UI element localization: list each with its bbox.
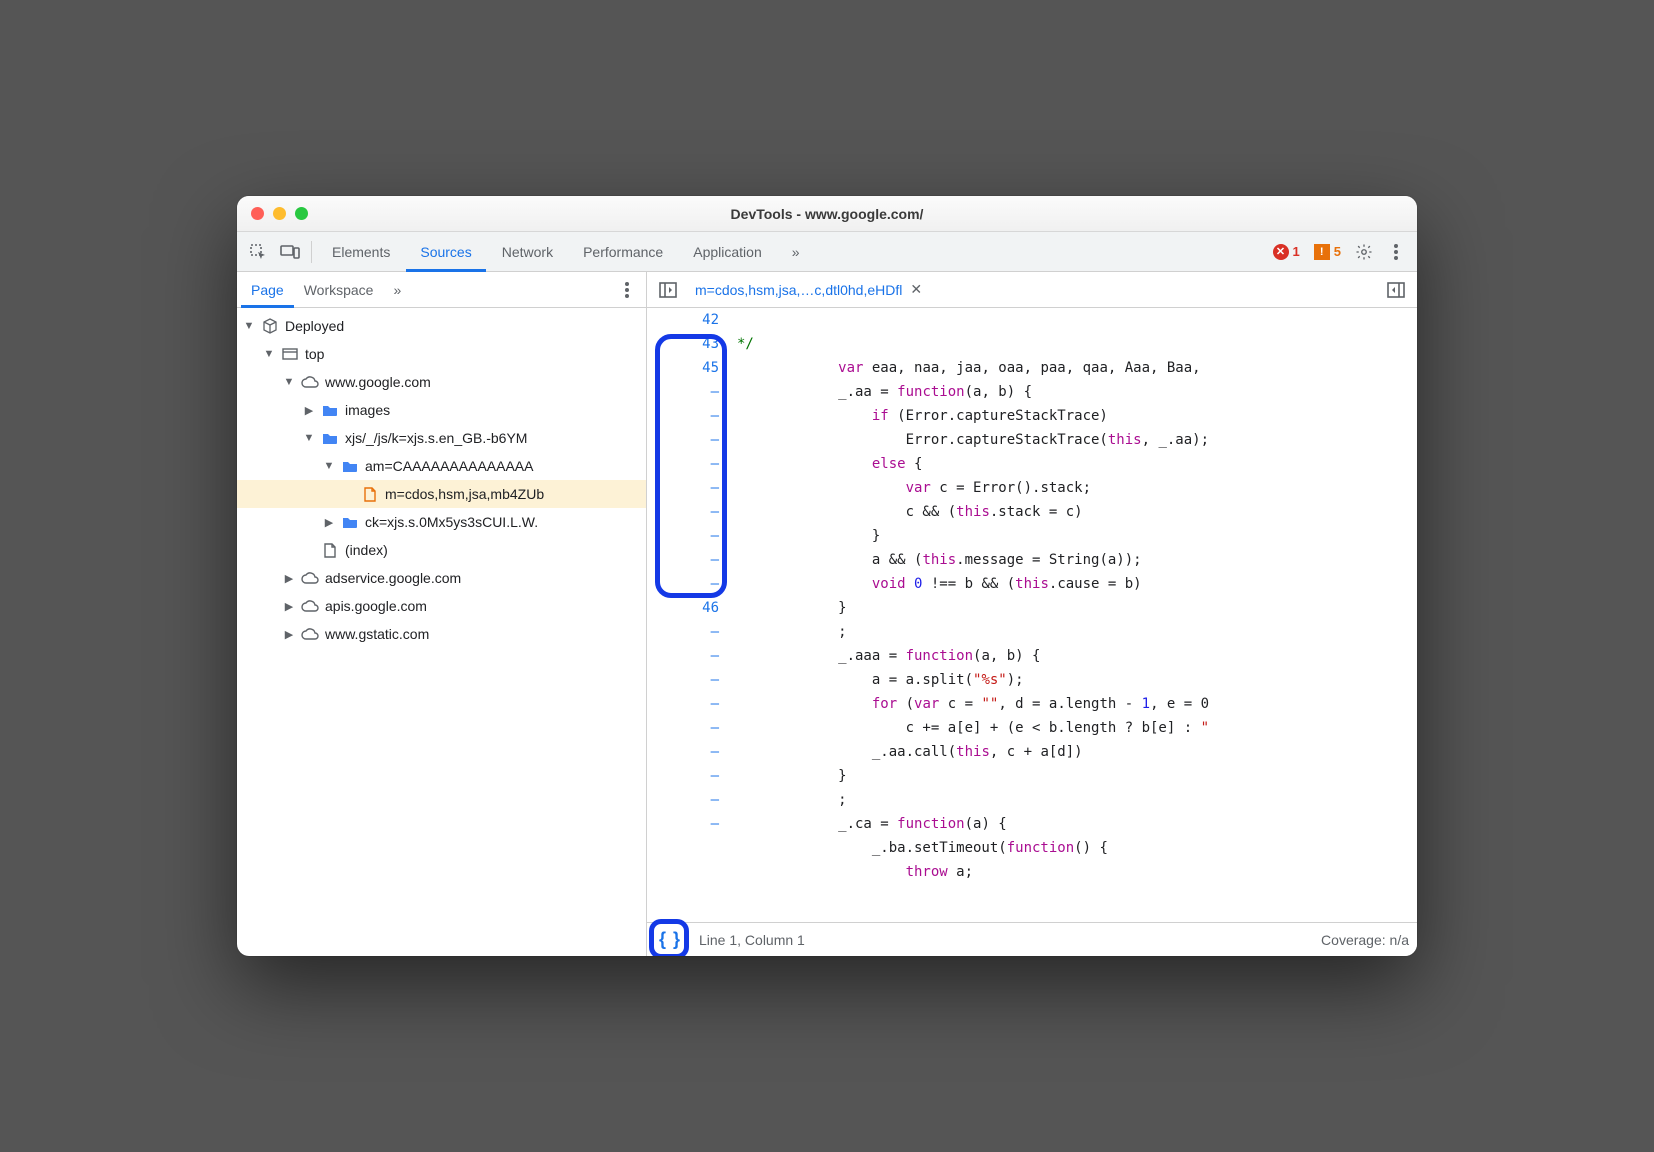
cloud-icon: [301, 625, 319, 643]
cloud-icon: [301, 597, 319, 615]
tree-label: apis.google.com: [325, 598, 427, 614]
code-content[interactable]: */ var eaa, naa, jaa, oaa, paa, qaa, Aaa…: [733, 308, 1417, 922]
toggle-navigator-icon[interactable]: [653, 275, 683, 305]
error-badge[interactable]: ✕ 1: [1267, 244, 1306, 260]
tree-label: xjs/_/js/k=xjs.s.en_GB.-b6YM: [345, 430, 527, 446]
tree-ck[interactable]: ▶ck=xjs.s.0Mx5ys3sCUI.L.W.: [237, 508, 646, 536]
tree-deployed[interactable]: ▼Deployed: [237, 312, 646, 340]
folder-icon: [321, 401, 339, 419]
window-title: DevTools - www.google.com/: [237, 206, 1417, 222]
titlebar: DevTools - www.google.com/: [237, 196, 1417, 232]
warning-icon: !: [1314, 244, 1330, 260]
subtab-page[interactable]: Page: [241, 272, 294, 308]
file-tab-name: m=cdos,hsm,jsa,…c,dtl0hd,eHDfl: [695, 282, 902, 298]
tab-network[interactable]: Network: [488, 232, 567, 272]
toggle-debugger-icon[interactable]: [1381, 275, 1411, 305]
cube-icon: [261, 317, 279, 335]
tab-more[interactable]: »: [778, 232, 814, 272]
status-bar: { } Line 1, Column 1 Coverage: n/a: [647, 922, 1417, 956]
folder-icon: [341, 457, 359, 475]
tree-label: adservice.google.com: [325, 570, 461, 586]
warning-count: 5: [1334, 244, 1341, 259]
tree-xjs[interactable]: ▼xjs/_/js/k=xjs.s.en_GB.-b6YM: [237, 424, 646, 452]
tree-selected-file[interactable]: m=cdos,hsm,jsa,mb4ZUb: [237, 480, 646, 508]
settings-icon[interactable]: [1349, 237, 1379, 267]
cloud-icon: [301, 569, 319, 587]
tree-label: m=cdos,hsm,jsa,mb4ZUb: [385, 486, 544, 502]
tree-adservice[interactable]: ▶adservice.google.com: [237, 564, 646, 592]
devtools-window: DevTools - www.google.com/ Elements Sour…: [237, 196, 1417, 956]
device-toggle-icon[interactable]: [275, 237, 305, 267]
tree-label: Deployed: [285, 318, 344, 334]
folder-icon: [341, 513, 359, 531]
folder-icon: [321, 429, 339, 447]
code-editor[interactable]: 424345–––––––––46––––––––– */ var eaa, n…: [647, 308, 1417, 922]
file-tab-active[interactable]: m=cdos,hsm,jsa,…c,dtl0hd,eHDfl ✕: [687, 281, 930, 298]
tree-label: www.google.com: [325, 374, 431, 390]
line-gutter[interactable]: 424345–––––––––46–––––––––: [647, 308, 733, 922]
cursor-position: Line 1, Column 1: [699, 932, 805, 948]
pretty-print-button[interactable]: { }: [655, 927, 685, 953]
window-icon: [281, 345, 299, 363]
kebab-menu-icon[interactable]: [1381, 237, 1411, 267]
file-icon: [361, 485, 379, 503]
main-toolbar: Elements Sources Network Performance App…: [237, 232, 1417, 272]
tree-images[interactable]: ▶images: [237, 396, 646, 424]
tree-gstatic[interactable]: ▶www.gstatic.com: [237, 620, 646, 648]
tree-top[interactable]: ▼top: [237, 340, 646, 368]
close-tab-icon[interactable]: ✕: [910, 281, 922, 298]
tab-sources[interactable]: Sources: [406, 232, 485, 272]
tree-apis[interactable]: ▶apis.google.com: [237, 592, 646, 620]
tree-google[interactable]: ▼www.google.com: [237, 368, 646, 396]
file-icon: [321, 541, 339, 559]
content-area: Page Workspace » ▼Deployed ▼top ▼www.goo…: [237, 272, 1417, 956]
subtab-workspace[interactable]: Workspace: [294, 272, 384, 308]
tab-elements[interactable]: Elements: [318, 232, 404, 272]
file-tabs: m=cdos,hsm,jsa,…c,dtl0hd,eHDfl ✕: [647, 272, 1417, 308]
separator: [311, 241, 312, 263]
warning-badge[interactable]: ! 5: [1308, 244, 1347, 260]
tree-am[interactable]: ▼am=CAAAAAAAAAAAAAA: [237, 452, 646, 480]
coverage-status: Coverage: n/a: [1321, 932, 1409, 948]
error-count: 1: [1293, 244, 1300, 259]
cloud-icon: [301, 373, 319, 391]
tab-application[interactable]: Application: [679, 232, 776, 272]
editor-pane: m=cdos,hsm,jsa,…c,dtl0hd,eHDfl ✕ 424345–…: [647, 272, 1417, 956]
tree-label: images: [345, 402, 390, 418]
navigator-pane: Page Workspace » ▼Deployed ▼top ▼www.goo…: [237, 272, 647, 956]
tree-label: www.gstatic.com: [325, 626, 429, 642]
tree-index[interactable]: (index): [237, 536, 646, 564]
subtab-more[interactable]: »: [383, 272, 411, 308]
error-icon: ✕: [1273, 244, 1289, 260]
navigator-tabs: Page Workspace »: [237, 272, 646, 308]
tree-label: top: [305, 346, 324, 362]
navigator-kebab-icon[interactable]: [612, 275, 642, 305]
tab-performance[interactable]: Performance: [569, 232, 677, 272]
tree-label: ck=xjs.s.0Mx5ys3sCUI.L.W.: [365, 514, 538, 530]
tree-label: am=CAAAAAAAAAAAAAA: [365, 458, 533, 474]
tree-label: (index): [345, 542, 388, 558]
file-tree: ▼Deployed ▼top ▼www.google.com ▶images ▼…: [237, 308, 646, 956]
inspect-icon[interactable]: [243, 237, 273, 267]
